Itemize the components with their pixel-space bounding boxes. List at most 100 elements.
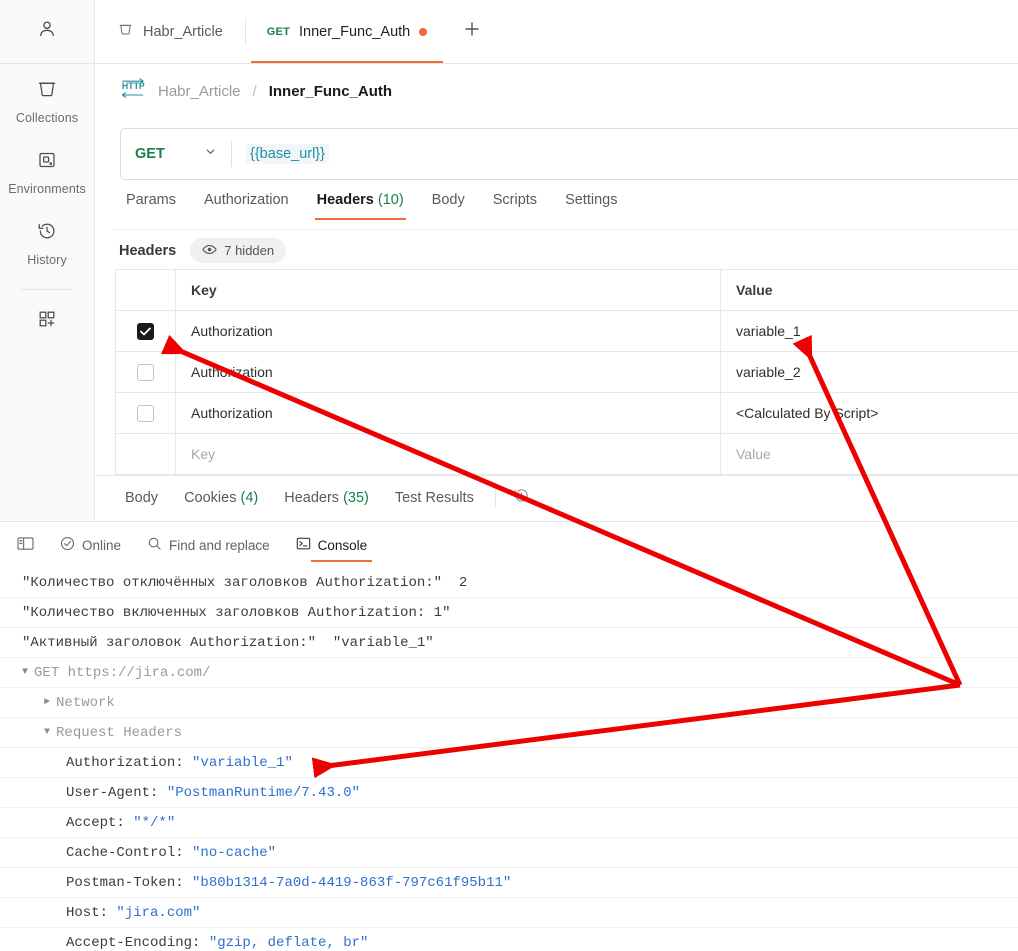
console-line-text: "*/*" bbox=[133, 814, 176, 831]
row-checkbox-cell bbox=[116, 311, 176, 351]
header-enabled-checkbox[interactable] bbox=[137, 322, 154, 340]
sidebar-toggle-button[interactable] bbox=[8, 532, 43, 558]
user-avatar-icon bbox=[37, 19, 57, 44]
chevron-down-icon bbox=[204, 145, 217, 163]
new-header-value-input[interactable]: Value bbox=[721, 434, 1018, 474]
eye-icon bbox=[202, 243, 217, 258]
new-tab-button[interactable] bbox=[449, 0, 495, 63]
sidebar-item-label: Environments bbox=[8, 182, 86, 196]
response-tab-test-results[interactable]: Test Results bbox=[382, 490, 487, 506]
table-row-empty: Key Value bbox=[116, 434, 1018, 475]
find-and-replace-button[interactable]: Find and replace bbox=[138, 532, 279, 558]
tab-scripts[interactable]: Scripts bbox=[479, 192, 551, 219]
console-panel[interactable]: "Количество отключённых заголовков Autho… bbox=[0, 568, 1018, 951]
breadcrumb-collection[interactable]: Habr_Article bbox=[158, 83, 241, 100]
caret-down-icon[interactable]: ▼ bbox=[44, 727, 50, 738]
header-key-input[interactable]: Authorization bbox=[176, 352, 721, 392]
header-key-input[interactable]: Authorization bbox=[176, 311, 721, 351]
request-tabs: Params Authorization Headers (10) Body S… bbox=[112, 192, 1018, 230]
header-value-input[interactable]: variable_2 bbox=[721, 352, 1018, 392]
response-history-button[interactable] bbox=[504, 486, 539, 510]
table-row: Authorization <Calculated By Script> bbox=[116, 393, 1018, 434]
response-tabs-divider bbox=[494, 488, 496, 508]
column-header-key: Key bbox=[176, 270, 721, 310]
console-log-line: ▼ GET https://jira.com/ bbox=[0, 658, 1018, 688]
new-header-key-input[interactable]: Key bbox=[176, 434, 721, 474]
hidden-headers-toggle[interactable]: 7 hidden bbox=[190, 238, 287, 263]
tab-label: Test Results bbox=[394, 490, 474, 506]
table-row: Authorization variable_1 bbox=[116, 311, 1018, 352]
console-line-text: GET https://jira.com/ bbox=[34, 664, 211, 681]
console-line-text: "Количество отключённых заголовков Autho… bbox=[22, 574, 443, 591]
tab-label: Params bbox=[126, 192, 176, 208]
tab-label: Scripts bbox=[492, 192, 538, 208]
url-bar: GET {{base_url}} bbox=[120, 128, 1018, 180]
console-log-line: Authorization: "variable_1" bbox=[0, 748, 1018, 778]
console-log-line: Cache-Control: "no-cache" bbox=[0, 838, 1018, 868]
response-tab-headers[interactable]: Headers (35) bbox=[271, 490, 382, 506]
tab-inner-func-auth[interactable]: GET Inner_Func_Auth bbox=[244, 0, 449, 63]
header-key-input[interactable]: Authorization bbox=[176, 393, 721, 433]
status-bar: Online Find and replace Console bbox=[0, 521, 1018, 568]
tab-body[interactable]: Body bbox=[418, 192, 479, 219]
console-line-text: Accept: bbox=[66, 814, 134, 831]
console-log-list: "Количество отключённых заголовков Autho… bbox=[0, 568, 1018, 951]
response-tab-body[interactable]: Body bbox=[112, 490, 171, 506]
left-rail: Collections Environments History bbox=[0, 0, 95, 520]
caret-down-icon[interactable]: ▼ bbox=[22, 667, 28, 678]
console-line-text: "PostmanRuntime/7.43.0" bbox=[166, 784, 361, 801]
caret-right-icon[interactable]: ► bbox=[44, 697, 50, 708]
tab-params[interactable]: Params bbox=[112, 192, 190, 219]
console-line-text: "variable_1" bbox=[192, 754, 293, 771]
unsaved-changes-dot bbox=[419, 27, 428, 36]
console-line-text: Cache-Control: bbox=[66, 844, 193, 861]
tab-label: Headers bbox=[316, 192, 374, 208]
console-log-line: Postman-Token: "b80b1314-7a0d-4419-863f-… bbox=[0, 868, 1018, 898]
header-enabled-checkbox[interactable] bbox=[137, 363, 154, 381]
hidden-headers-count: 7 hidden bbox=[224, 243, 275, 258]
account-button[interactable] bbox=[0, 0, 94, 64]
http-method-select[interactable]: GET bbox=[121, 129, 231, 179]
sidebar-item-collections[interactable]: Collections bbox=[0, 64, 94, 135]
row-checkbox-cell bbox=[116, 393, 176, 433]
new-panel-icon bbox=[36, 308, 58, 335]
console-line-text: Accept-Encoding: bbox=[66, 934, 209, 951]
console-line-text: Network bbox=[56, 694, 115, 711]
console-button[interactable]: Console bbox=[287, 532, 377, 562]
tab-label: Habr_Article bbox=[143, 23, 223, 40]
console-line-text: "b80b1314-7a0d-4419-863f-797c61f95b11" bbox=[192, 874, 512, 891]
status-online[interactable]: Online bbox=[51, 532, 130, 558]
response-tabs: Body Cookies (4) Headers (35) Test Resul… bbox=[96, 475, 1018, 520]
header-value-input[interactable]: variable_1 bbox=[721, 311, 1018, 351]
sidebar-item-environments[interactable]: Environments bbox=[0, 135, 94, 206]
tab-label: Body bbox=[431, 192, 465, 208]
console-log-line: Accept-Encoding: "gzip, deflate, br" bbox=[0, 928, 1018, 951]
console-log-line: ► Network bbox=[0, 688, 1018, 718]
sidebar-item-history[interactable]: History bbox=[0, 206, 94, 277]
header-value-input[interactable]: <Calculated By Script> bbox=[721, 393, 1018, 433]
tab-habr-article[interactable]: Habr_Article bbox=[95, 0, 245, 63]
headers-title: Headers bbox=[119, 242, 177, 259]
breadcrumb-request-name[interactable]: Inner_Func_Auth bbox=[269, 83, 392, 100]
table-header-row: Key Value bbox=[116, 270, 1018, 311]
response-tab-cookies[interactable]: Cookies (4) bbox=[171, 490, 271, 506]
console-line-text: "Активный заголовок Authorization:" bbox=[22, 634, 317, 651]
tab-settings[interactable]: Settings bbox=[551, 192, 631, 219]
console-line-text: Postman-Token: bbox=[66, 874, 193, 891]
tab-count: (35) bbox=[343, 490, 369, 506]
tab-headers[interactable]: Headers (10) bbox=[303, 192, 418, 220]
status-label: Online bbox=[82, 537, 122, 553]
console-line-text: Request Headers bbox=[56, 724, 183, 741]
console-line-text: Authorization: bbox=[66, 754, 193, 771]
tab-label: Headers bbox=[284, 490, 340, 506]
console-log-line: "Активный заголовок Authorization:" "var… bbox=[0, 628, 1018, 658]
console-log-line: "Количество включенных заголовков Author… bbox=[0, 598, 1018, 628]
history-clock-icon bbox=[36, 220, 58, 247]
url-input[interactable]: {{base_url}} bbox=[232, 129, 1018, 179]
row-checkbox-cell bbox=[116, 352, 176, 392]
header-enabled-checkbox[interactable] bbox=[137, 404, 154, 422]
new-panel-button[interactable] bbox=[0, 290, 94, 335]
url-variable-chip: {{base_url}} bbox=[246, 144, 329, 164]
tab-authorization[interactable]: Authorization bbox=[190, 192, 303, 219]
breadcrumb: HTTP Habr_Article / Inner_Func_Auth bbox=[95, 64, 1018, 118]
